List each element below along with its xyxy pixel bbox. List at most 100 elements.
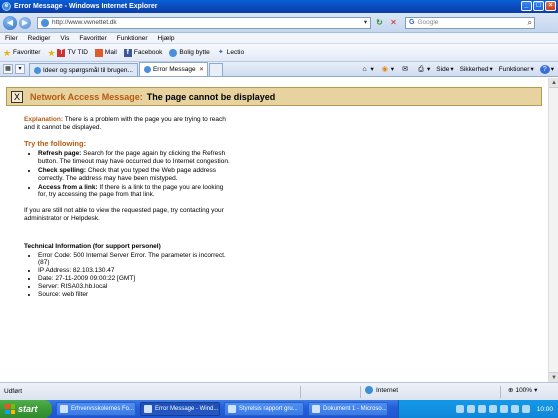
- tools-menu-label: Funktioner: [498, 65, 530, 73]
- menu-favorites[interactable]: Favoritter: [79, 35, 106, 42]
- start-button[interactable]: start: [0, 400, 52, 418]
- stop-icon[interactable]: ✕: [388, 17, 399, 28]
- forward-button[interactable]: ▶: [19, 16, 31, 29]
- ie-logo-icon: e: [2, 2, 11, 11]
- menu-file[interactable]: Filer: [5, 35, 18, 42]
- scroll-up-icon[interactable]: ▲: [549, 78, 558, 88]
- page-icon: [41, 18, 49, 27]
- mail-button[interactable]: ✉: [400, 65, 410, 74]
- safety-menu[interactable]: Sikkerhed ▾: [460, 65, 493, 74]
- search-icon[interactable]: ⌕: [528, 18, 532, 28]
- tip-title: Check spelling:: [38, 166, 87, 174]
- tab-list-icon[interactable]: ▾: [15, 64, 25, 74]
- security-zone[interactable]: Internet: [365, 386, 398, 394]
- clock[interactable]: 10:00: [537, 406, 553, 413]
- status-divider: [300, 386, 301, 398]
- menu-tools[interactable]: Funktioner: [117, 35, 148, 42]
- start-label: start: [18, 404, 38, 414]
- taskbar-item[interactable]: Dokument 1 - Microso...: [308, 402, 388, 416]
- menu-view[interactable]: Vis: [60, 35, 69, 42]
- tools-menu[interactable]: Funktioner ▾: [498, 65, 534, 74]
- tab-label: Error Message: [152, 66, 196, 73]
- vertical-scrollbar[interactable]: ▲ ▼: [548, 78, 558, 382]
- search-input[interactable]: G Google ⌕: [405, 16, 535, 29]
- fav-label: Facebook: [133, 49, 163, 56]
- fav-item-lectio[interactable]: ✦ Lectio: [217, 49, 244, 57]
- minimize-button[interactable]: _: [521, 1, 532, 11]
- tray-icon[interactable]: [477, 405, 486, 413]
- command-bar: ⌂ ▾ ◉ ▾ ✉ ⎙ ▾ Side ▾ Sikkerhed ▾ Funktioner ▾ …: [360, 62, 558, 76]
- list-item: Date: 27-11-2009 09:00:22 [GMT]: [38, 275, 234, 283]
- tab-page-icon: [143, 66, 151, 73]
- tips-list: Refresh page: Search for the page again …: [24, 150, 234, 199]
- taskbar-item[interactable]: Styrelsis rapport gru...: [224, 402, 304, 416]
- tip-title: Access from a link:: [38, 183, 98, 191]
- list-item: Source: web filter: [38, 291, 234, 299]
- printer-icon: ⎙: [418, 65, 424, 73]
- banner-lead: Network Access Message:: [30, 91, 143, 102]
- tray-icon[interactable]: [488, 405, 497, 413]
- tray-icon[interactable]: [499, 405, 508, 413]
- help-menu[interactable]: ? ▾: [539, 64, 554, 74]
- zoom-level: 100%: [515, 386, 533, 394]
- fav-label: Mail: [104, 49, 117, 56]
- error-banner: X Network Access Message: The page canno…: [6, 87, 542, 106]
- tray-icon[interactable]: [466, 405, 475, 413]
- scroll-down-icon[interactable]: ▼: [549, 372, 558, 382]
- tab-page-icon: [34, 66, 41, 74]
- address-url[interactable]: http://www.vwnettet.dk: [52, 19, 117, 26]
- menu-help[interactable]: Hjælp: [158, 35, 175, 42]
- taskbar-item[interactable]: Error Message - Wind...: [140, 402, 220, 416]
- status-divider: [360, 386, 361, 398]
- print-button[interactable]: ⎙ ▾: [416, 65, 430, 74]
- rss-icon: ◉: [381, 65, 388, 73]
- mail-icon: [94, 48, 103, 57]
- help-icon: ?: [539, 64, 550, 74]
- address-field[interactable]: http://www.vwnettet.dk ▾: [37, 16, 371, 29]
- list-item: IP Address: 82.103.130.47: [38, 267, 234, 275]
- zoom-control[interactable]: ⊕ 100% ▾: [508, 386, 537, 395]
- list-item: Refresh page: Search for the page again …: [38, 150, 234, 166]
- home-button[interactable]: ⌂ ▾: [360, 65, 373, 74]
- refresh-icon[interactable]: ↻: [374, 17, 385, 28]
- feeds-button[interactable]: ◉ ▾: [380, 65, 394, 74]
- favorites-label: Favoritter: [13, 49, 41, 56]
- list-item: Access from a link: If there is a link t…: [38, 184, 234, 200]
- close-tab-icon[interactable]: ×: [200, 66, 204, 73]
- mail-icon: ✉: [402, 65, 408, 73]
- fav-label: Bolig bytte: [179, 49, 210, 56]
- close-button[interactable]: ×: [545, 1, 556, 11]
- fav-item-bolig[interactable]: Bolig bytte: [169, 48, 210, 57]
- menu-edit[interactable]: Rediger: [28, 35, 51, 42]
- network-icon[interactable]: [510, 405, 519, 413]
- address-dropdown-icon[interactable]: ▾: [361, 18, 370, 28]
- fav-item-tvtid[interactable]: ★ T TV TID: [47, 48, 88, 57]
- fav-item-mail[interactable]: Mail: [94, 48, 117, 57]
- maximize-button[interactable]: □: [533, 1, 544, 11]
- quick-tabs-icon[interactable]: ▦: [3, 64, 13, 74]
- favorites-button[interactable]: ★ Favoritter: [3, 48, 41, 57]
- volume-icon[interactable]: [521, 405, 530, 413]
- error-body: Explanation: There is a problem with the…: [24, 116, 234, 298]
- search-placeholder: Google: [417, 19, 439, 26]
- fav-item-facebook[interactable]: f Facebook: [123, 48, 163, 57]
- tab-error-message[interactable]: Error Message ×: [138, 62, 209, 76]
- back-button[interactable]: ◀: [3, 15, 17, 30]
- taskbar-item-label: Error Message - Wind...: [155, 406, 219, 412]
- error-x-icon: X: [11, 90, 23, 103]
- page-menu[interactable]: Side ▾: [436, 65, 453, 74]
- fav-label: TV TID: [67, 49, 88, 56]
- title-bar: e Error Message - Windows Internet Explo…: [0, 0, 558, 13]
- list-item: Server: RISA03.hb.local: [38, 283, 234, 291]
- facebook-icon: f: [123, 48, 132, 57]
- technical-info: Technical Information (for support perso…: [24, 243, 234, 299]
- zoom-icon: ⊕: [508, 387, 514, 394]
- tray-icon[interactable]: [455, 405, 464, 413]
- taskbar-item[interactable]: Erhvervsskolernes Fo...: [56, 402, 136, 416]
- window-title: Error Message - Windows Internet Explore…: [14, 3, 158, 10]
- tab-ideer[interactable]: Ideer og spørgsmål til brugen...: [29, 63, 138, 76]
- ie-page-icon: [169, 48, 178, 57]
- new-tab-button[interactable]: [209, 63, 224, 76]
- favorites-bar: ★ Favoritter ★ T TV TID Mail f Facebook …: [0, 44, 558, 62]
- taskbar-item-label: Styrelsis rapport gru...: [239, 406, 298, 412]
